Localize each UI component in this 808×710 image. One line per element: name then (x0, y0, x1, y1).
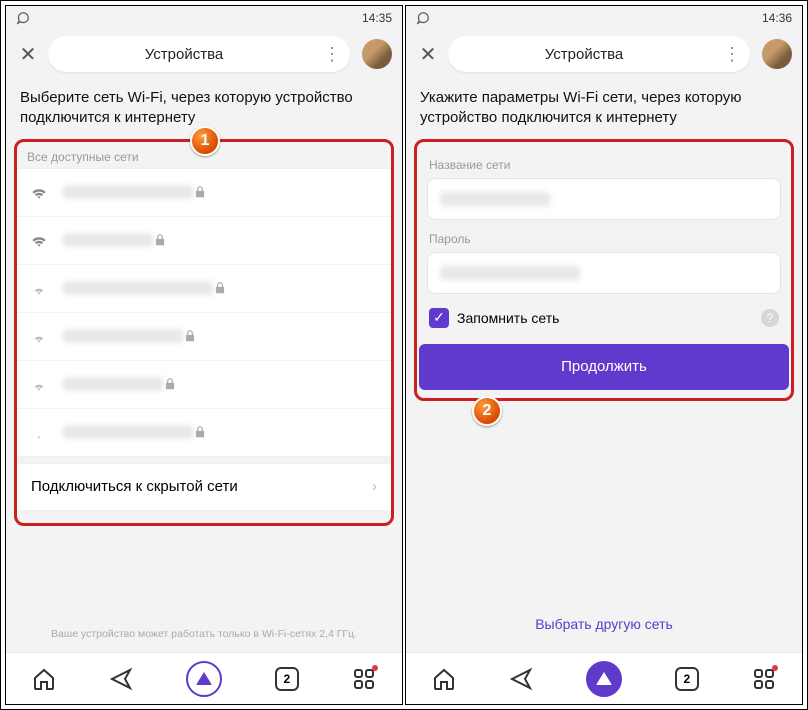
tabs-icon[interactable]: 2 (275, 667, 299, 691)
notification-dot (772, 665, 778, 671)
close-button[interactable]: ✕ (16, 42, 40, 66)
home-icon[interactable] (32, 667, 56, 691)
wifi-item[interactable] (17, 265, 391, 313)
send-icon[interactable] (109, 667, 133, 691)
hidden-network-label: Подключиться к скрытой сети (31, 478, 238, 495)
phone-left: 14:35 ✕ Устройства ⋮ Выберите сеть Wi-Fi… (5, 5, 403, 705)
wifi-item[interactable] (17, 409, 391, 457)
wifi-item[interactable] (17, 169, 391, 217)
wifi-icon (29, 182, 49, 202)
ssid-input[interactable] (427, 178, 781, 220)
wifi-ssid-blurred (63, 185, 193, 199)
alice-button[interactable] (186, 661, 222, 697)
remember-checkbox[interactable]: ✓ (429, 308, 449, 328)
clock: 14:35 (362, 11, 392, 25)
app-header: ✕ Устройства ⋮ (6, 30, 402, 78)
page-heading: Укажите параметры Wi-Fi сети, через кото… (406, 78, 802, 139)
phone-right: 14:36 ✕ Устройства ⋮ Укажите параметры W… (405, 5, 803, 705)
highlight-box: Название сети Пароль ✓ Запомнить сеть ? … (414, 139, 794, 401)
lock-icon (213, 281, 227, 295)
wifi-ssid-blurred (63, 281, 213, 295)
wifi-ssid-blurred (63, 377, 163, 391)
status-bar: 14:35 (6, 6, 402, 30)
status-bar: 14:36 (406, 6, 802, 30)
close-button[interactable]: ✕ (416, 42, 440, 66)
wifi-item[interactable] (17, 361, 391, 409)
wifi-ssid-blurred (63, 329, 183, 343)
wifi-form: Название сети Пароль ✓ Запомнить сеть ? (417, 146, 791, 340)
password-label: Пароль (429, 232, 779, 246)
send-icon[interactable] (509, 667, 533, 691)
lock-icon (193, 425, 207, 439)
home-icon[interactable] (432, 667, 456, 691)
title-pill: Устройства ⋮ (448, 36, 750, 72)
remember-row: ✓ Запомнить сеть ? (429, 308, 779, 328)
lock-icon (153, 233, 167, 247)
notification-dot (372, 665, 378, 671)
bottom-nav: 2 (406, 652, 802, 704)
lock-icon (193, 185, 207, 199)
bottom-nav: 2 (6, 652, 402, 704)
wifi-icon (29, 230, 49, 250)
more-icon[interactable]: ⋮ (720, 42, 744, 66)
password-input[interactable] (427, 252, 781, 294)
apps-icon[interactable] (752, 667, 776, 691)
wifi-icon (29, 422, 49, 442)
avatar[interactable] (362, 39, 392, 69)
ssid-value-blurred (440, 192, 550, 206)
title-pill: Устройства ⋮ (48, 36, 350, 72)
lock-icon (183, 329, 197, 343)
more-icon[interactable]: ⋮ (320, 42, 344, 66)
alice-button[interactable] (586, 661, 622, 697)
page-title: Устройства (448, 46, 720, 63)
whatsapp-icon (416, 11, 430, 25)
wifi-icon (29, 326, 49, 346)
lock-icon (163, 377, 177, 391)
connect-hidden-network[interactable]: Подключиться к скрытой сети › (17, 463, 391, 511)
wifi-ssid-blurred (63, 233, 153, 247)
help-icon[interactable]: ? (761, 309, 779, 327)
tabs-icon[interactable]: 2 (675, 667, 699, 691)
apps-icon[interactable] (352, 667, 376, 691)
wifi-icon (29, 278, 49, 298)
continue-button[interactable]: Продолжить (419, 344, 789, 390)
wifi-list (17, 168, 391, 457)
app-header: ✕ Устройства ⋮ (406, 30, 802, 78)
clock: 14:36 (762, 11, 792, 25)
password-value-blurred (440, 266, 580, 280)
choose-other-network[interactable]: Выбрать другую сеть (406, 616, 802, 632)
step-badge-1: 1 (190, 126, 220, 156)
wifi-item[interactable] (17, 313, 391, 361)
avatar[interactable] (762, 39, 792, 69)
step-badge-2: 2 (472, 396, 502, 426)
ssid-label: Название сети (429, 158, 779, 172)
wifi-icon (29, 374, 49, 394)
wifi-item[interactable] (17, 217, 391, 265)
chevron-right-icon: › (372, 478, 377, 495)
page-title: Устройства (48, 46, 320, 63)
highlight-box: 1 Все доступные сети (14, 139, 394, 526)
wifi-footnote: Ваше устройство может работать только в … (6, 628, 402, 640)
remember-label: Запомнить сеть (457, 310, 559, 326)
whatsapp-icon (16, 11, 30, 25)
wifi-ssid-blurred (63, 425, 193, 439)
